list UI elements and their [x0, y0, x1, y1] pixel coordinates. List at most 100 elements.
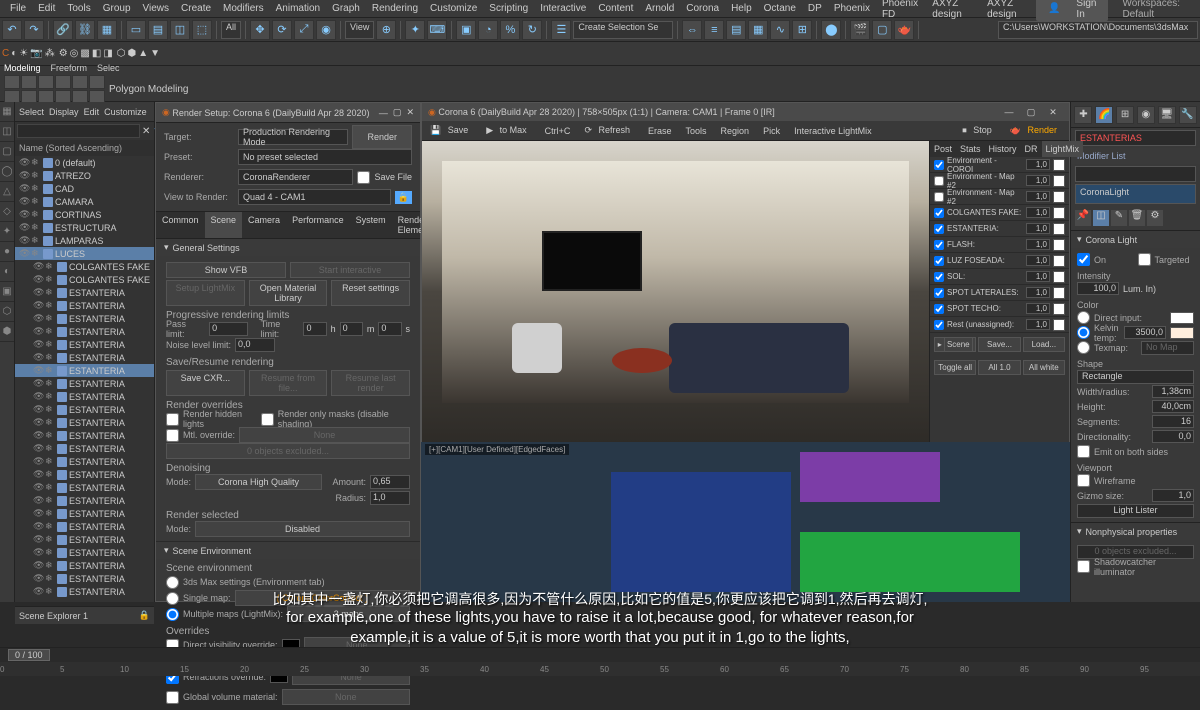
menu-phoenixfd[interactable]: Phoenix FD [876, 0, 926, 20]
minimize-icon[interactable]: — [379, 108, 388, 118]
lm-enable-checkbox[interactable] [934, 176, 944, 186]
se-tree-item[interactable]: 👁❄ESTANTERIA [15, 416, 154, 429]
freeze-icon[interactable]: ❄ [31, 248, 41, 259]
targeted-checkbox[interactable] [1138, 253, 1151, 266]
signin-button[interactable]: 👤Sign In [1036, 0, 1108, 21]
se-menu-display[interactable]: Display [49, 107, 79, 117]
freeze-icon[interactable]: ❄ [31, 157, 41, 168]
ltool-icon[interactable]: ⬢ [0, 322, 14, 342]
vfb-tab-lightmix[interactable]: LightMix [1042, 141, 1084, 157]
objects-excluded-button[interactable]: 0 objects excluded... [166, 443, 410, 459]
ltool-icon[interactable]: ✦ [0, 222, 14, 242]
make-unique-icon[interactable]: ✎ [1111, 210, 1127, 226]
freeze-icon[interactable]: ❄ [45, 352, 55, 363]
pass-limit-input[interactable]: 0 [209, 322, 247, 336]
mirror-icon[interactable]: ⇔ [682, 20, 702, 40]
savefile-checkbox[interactable] [357, 171, 370, 184]
width-input[interactable]: 1,38cm [1152, 385, 1194, 398]
lm-intensity-input[interactable]: 1,0 [1026, 223, 1050, 234]
lm-scene-button[interactable]: ▸ Scene [934, 337, 976, 352]
lm-enable-checkbox[interactable] [934, 304, 944, 314]
select-name-icon[interactable]: ▤ [148, 20, 168, 40]
undo-icon[interactable]: ↶ [2, 20, 22, 40]
project-path[interactable]: C:\Users\WORKSTATION\Documents\3dsMax [998, 21, 1198, 39]
se-search-input[interactable] [17, 124, 140, 138]
se-tree-item[interactable]: 👁❄COLGANTES FAKE [15, 273, 154, 286]
se-tree-item[interactable]: 👁❄ESTANTERIA [15, 299, 154, 312]
lm-color-swatch[interactable] [1053, 191, 1065, 203]
freeze-icon[interactable]: ❄ [31, 170, 41, 181]
ltool-icon[interactable]: ▦ [0, 102, 14, 122]
modifier-stack[interactable]: CoronaLight [1075, 184, 1196, 204]
selection-filter[interactable]: All [221, 21, 241, 39]
vfb-erase-button[interactable]: Erase [644, 126, 676, 136]
visibility-icon[interactable]: 👁 [33, 521, 43, 532]
freeze-icon[interactable]: ❄ [45, 404, 55, 415]
se-tree-item[interactable]: 👁❄COLGANTES FAKE [15, 260, 154, 273]
resume-file-button[interactable]: Resume from file... [249, 370, 328, 396]
rs-tab-camera[interactable]: Camera [242, 212, 286, 238]
render-frame-icon[interactable]: ▢ [872, 20, 892, 40]
vfb-tab-dr[interactable]: DR [1021, 141, 1042, 157]
freeze-icon[interactable]: ❄ [45, 287, 55, 298]
light-lister-button[interactable]: Light Lister [1077, 504, 1194, 518]
time-h-input[interactable]: 0 [303, 322, 326, 336]
visibility-icon[interactable]: 👁 [33, 495, 43, 506]
freeze-icon[interactable]: ❄ [31, 183, 41, 194]
freeze-icon[interactable]: ❄ [45, 326, 55, 337]
keyboard-icon[interactable]: ⌨ [427, 20, 447, 40]
visibility-icon[interactable]: 👁 [33, 391, 43, 402]
vfb-region-button[interactable]: Region [717, 126, 754, 136]
visibility-icon[interactable]: 👁 [33, 404, 43, 415]
select-icon[interactable]: ▭ [126, 20, 146, 40]
lm-intensity-input[interactable]: 1,0 [1026, 207, 1050, 218]
se-tree-item[interactable]: 👁❄LUCES [15, 247, 154, 260]
freeze-icon[interactable]: ❄ [45, 534, 55, 545]
visibility-icon[interactable]: 👁 [33, 430, 43, 441]
denoise-amount-input[interactable]: 0,65 [370, 475, 410, 489]
freeze-icon[interactable]: ❄ [45, 391, 55, 402]
lm-intensity-input[interactable]: 1,0 [1026, 255, 1050, 266]
se-menu-customize[interactable]: Customize [104, 107, 147, 117]
denoise-radius-input[interactable]: 1,0 [370, 491, 410, 505]
vfb-tools-button[interactable]: Tools [682, 126, 711, 136]
menu-phoenix[interactable]: Phoenix [828, 3, 876, 14]
se-tree-item[interactable]: 👁❄ESTANTERIA [15, 286, 154, 299]
unlink-icon[interactable]: ⛓ [75, 20, 95, 40]
corona-mat-icon[interactable]: ◐ [11, 48, 17, 59]
reset-settings-button[interactable]: Reset settings [331, 280, 410, 306]
freeze-icon[interactable]: ❄ [45, 274, 55, 285]
visibility-icon[interactable]: 👁 [19, 183, 29, 194]
menu-file[interactable]: File [4, 3, 32, 14]
gvm-checkbox[interactable] [166, 691, 179, 704]
object-name-field[interactable]: ESTANTERIAS [1075, 130, 1196, 146]
ltool-icon[interactable]: △ [0, 182, 14, 202]
visibility-icon[interactable]: 👁 [33, 534, 43, 545]
ltool-icon[interactable]: ◐ [0, 262, 14, 282]
vfb-copy-button[interactable]: Ctrl+C [541, 126, 575, 136]
visibility-icon[interactable]: 👁 [33, 313, 43, 324]
se-tree-item[interactable]: 👁❄ESTANTERIA [15, 468, 154, 481]
visibility-icon[interactable]: 👁 [33, 326, 43, 337]
lm-color-swatch[interactable] [1053, 287, 1065, 299]
tool2-icon[interactable]: ◎ [70, 48, 79, 59]
lm-color-swatch[interactable] [1053, 303, 1065, 315]
mtl-override-slot[interactable]: None [239, 427, 410, 443]
se-tree-item[interactable]: 👁❄ESTANTERIA [15, 442, 154, 455]
se-tree-item[interactable]: 👁❄ESTRUCTURA [15, 221, 154, 234]
se-tree-item[interactable]: 👁❄CAD [15, 182, 154, 195]
start-interactive-button[interactable]: Start interactive [290, 262, 410, 278]
menu-group[interactable]: Group [97, 3, 137, 14]
tool3-icon[interactable]: ▩ [80, 48, 89, 59]
freeze-icon[interactable]: ❄ [45, 495, 55, 506]
visibility-icon[interactable]: 👁 [33, 365, 43, 376]
time-m-input[interactable]: 0 [340, 322, 363, 336]
menu-customize[interactable]: Customize [424, 3, 483, 14]
save-cxr-button[interactable]: Save CXR... [166, 370, 245, 396]
texmap-slot[interactable]: No Map [1141, 341, 1194, 355]
freeze-icon[interactable]: ❄ [45, 508, 55, 519]
visibility-icon[interactable]: 👁 [33, 378, 43, 389]
visibility-icon[interactable]: 👁 [33, 469, 43, 480]
segments-input[interactable]: 16 [1152, 415, 1194, 428]
lm-intensity-input[interactable]: 1,0 [1026, 303, 1050, 314]
